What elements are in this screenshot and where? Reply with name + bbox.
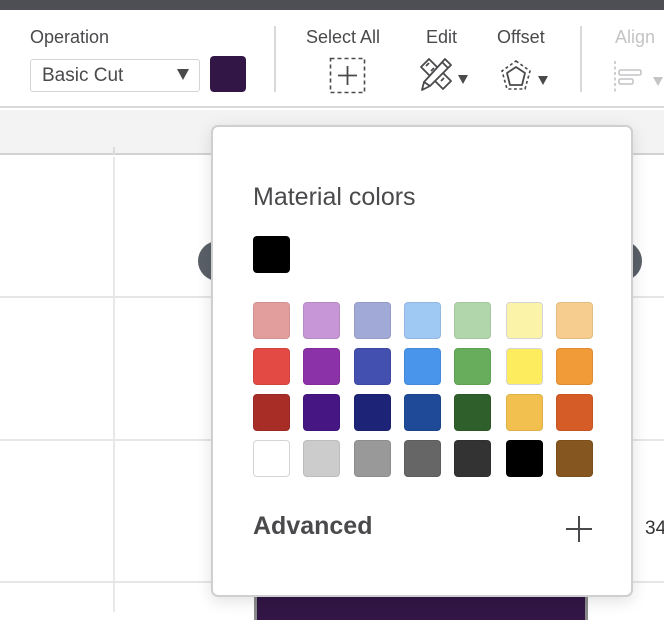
toolbar-divider	[580, 26, 582, 92]
window-top-bar	[0, 0, 664, 10]
align-button[interactable]	[613, 60, 664, 94]
ruler-pencil-icon	[420, 58, 452, 91]
palette-color-swatch[interactable]	[303, 394, 340, 431]
palette-color-swatch[interactable]	[506, 302, 543, 339]
chevron-down-icon	[177, 69, 189, 80]
offset-label: Offset	[497, 27, 545, 47]
palette-color-swatch[interactable]	[454, 348, 491, 385]
advanced-label: Advanced	[253, 512, 373, 540]
palette-color-swatch[interactable]	[556, 348, 593, 385]
toolbar: Operation Basic Cut Select All Edit Offs…	[0, 10, 664, 108]
select-all-label: Select All	[306, 27, 381, 47]
ruler-tick	[113, 147, 115, 155]
chevron-down-icon	[653, 77, 663, 86]
palette-color-swatch[interactable]	[253, 348, 290, 385]
palette-color-swatch[interactable]	[506, 394, 543, 431]
align-label: Align	[615, 27, 656, 47]
offset-button[interactable]	[500, 59, 554, 95]
select-all-button[interactable]	[329, 57, 366, 94]
operation-color-swatch[interactable]	[210, 56, 246, 92]
material-colors-title: Material colors	[253, 183, 416, 211]
dimension-label: 34	[645, 518, 664, 539]
palette-color-swatch[interactable]	[506, 440, 543, 477]
palette-color-swatch[interactable]	[354, 348, 391, 385]
palette-color-swatch[interactable]	[253, 302, 290, 339]
palette-color-swatch[interactable]	[404, 302, 441, 339]
operation-label: Operation	[30, 27, 110, 47]
palette-color-swatch[interactable]	[354, 440, 391, 477]
palette-color-swatch[interactable]	[253, 394, 290, 431]
palette-color-swatch[interactable]	[454, 302, 491, 339]
palette-color-swatch[interactable]	[556, 394, 593, 431]
select-all-icon	[329, 57, 366, 94]
palette-color-swatch[interactable]	[556, 440, 593, 477]
align-left-icon	[614, 61, 642, 93]
palette-color-swatch[interactable]	[404, 394, 441, 431]
grid-line	[113, 157, 115, 612]
chevron-down-icon	[458, 75, 468, 84]
palette-color-swatch[interactable]	[556, 302, 593, 339]
palette-color-swatch[interactable]	[253, 440, 290, 477]
palette-color-swatch[interactable]	[404, 440, 441, 477]
operation-select[interactable]: Basic Cut	[30, 59, 200, 92]
palette-color-swatch[interactable]	[454, 394, 491, 431]
palette-color-swatch[interactable]	[454, 440, 491, 477]
edit-label: Edit	[426, 27, 458, 47]
chevron-down-icon	[538, 76, 548, 85]
palette-color-swatch[interactable]	[506, 348, 543, 385]
palette-color-swatch[interactable]	[354, 302, 391, 339]
operation-select-value: Basic Cut	[42, 65, 124, 86]
palette-color-swatch[interactable]	[303, 440, 340, 477]
palette-color-swatch[interactable]	[303, 348, 340, 385]
palette-color-swatch[interactable]	[354, 394, 391, 431]
offset-pentagon-icon	[501, 60, 531, 90]
palette-color-swatch[interactable]	[303, 302, 340, 339]
palette-color-swatch[interactable]	[404, 348, 441, 385]
material-color-swatch[interactable]	[253, 236, 290, 273]
edit-button[interactable]	[418, 56, 472, 96]
color-picker-popup: Material colors Advanced	[211, 125, 633, 597]
plus-icon[interactable]	[566, 516, 592, 542]
toolbar-divider	[274, 26, 276, 92]
